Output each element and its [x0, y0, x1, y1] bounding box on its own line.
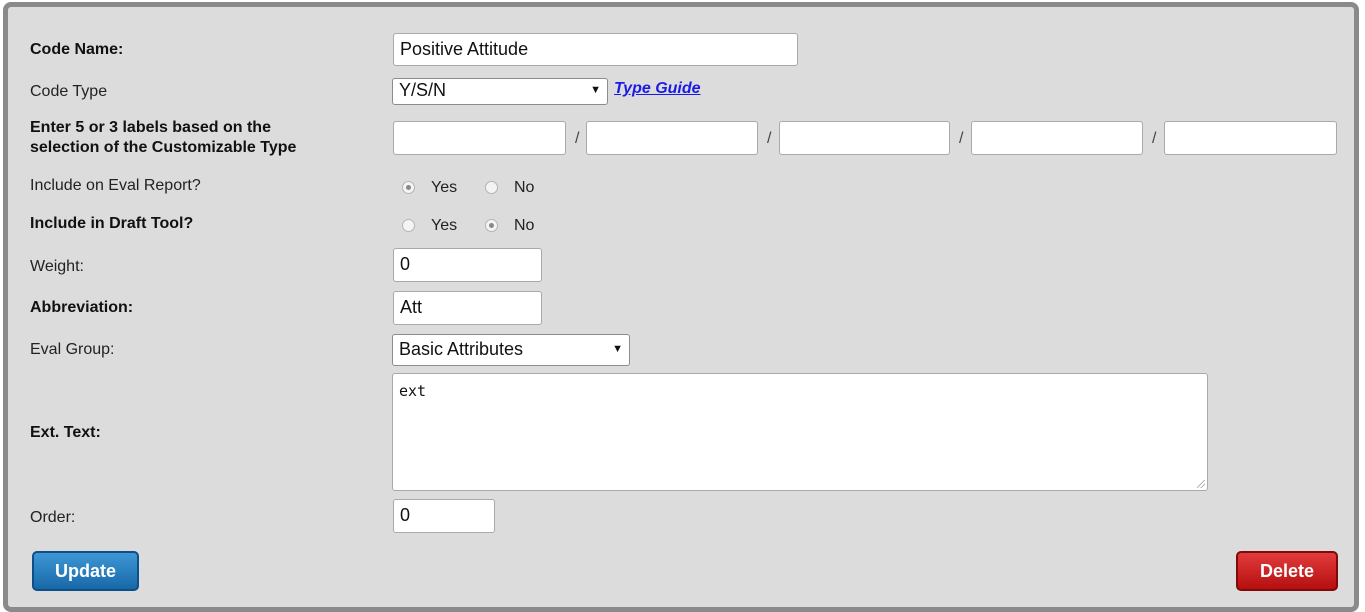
eval-report-yes-label: Yes [431, 179, 458, 196]
custom-label-input-2[interactable] [586, 121, 758, 155]
code-type-value: Y/S/N [399, 80, 447, 100]
custom-labels-label: Enter 5 or 3 labels based on the selecti… [30, 118, 296, 158]
code-type-select[interactable]: Y/S/N ▼ [392, 78, 608, 105]
eval-group-label: Eval Group: [30, 341, 115, 358]
eval-group-select[interactable]: Basic Attributes ▼ [392, 334, 630, 366]
weight-label: Weight: [30, 258, 84, 275]
abbreviation-input[interactable]: Att [393, 291, 542, 325]
custom-labels-label-line2: selection of the Customizable Type [30, 139, 297, 156]
resize-grip-icon[interactable] [1197, 480, 1205, 488]
custom-label-input-5[interactable] [1164, 121, 1337, 155]
order-input[interactable]: 0 [393, 499, 495, 533]
order-label: Order: [30, 509, 76, 526]
draft-tool-label: Include in Draft Tool? [30, 215, 194, 232]
ext-text-label: Ext. Text: [30, 424, 101, 441]
code-name-label: Code Name: [30, 41, 124, 58]
draft-tool-yes-radio[interactable] [402, 219, 415, 232]
ext-text-value: ext [399, 382, 427, 400]
label-separator: / [767, 130, 772, 147]
chevron-down-icon: ▼ [612, 343, 623, 355]
eval-report-label: Include on Eval Report? [30, 177, 201, 194]
code-type-label: Code Type [30, 83, 108, 100]
delete-button[interactable]: Delete [1236, 551, 1338, 591]
eval-report-no-radio[interactable] [485, 181, 498, 194]
eval-report-yes-radio[interactable] [402, 181, 415, 194]
custom-label-input-1[interactable] [393, 121, 566, 155]
weight-input[interactable]: 0 [393, 248, 542, 282]
draft-tool-yes-label: Yes [431, 217, 458, 234]
custom-labels-label-line1: Enter 5 or 3 labels based on the [30, 119, 271, 136]
chevron-down-icon: ▼ [590, 84, 601, 96]
custom-label-input-4[interactable] [971, 121, 1143, 155]
update-button[interactable]: Update [32, 551, 139, 591]
draft-tool-no-radio[interactable] [485, 219, 498, 232]
draft-tool-no-label: No [514, 217, 535, 234]
label-separator: / [959, 130, 964, 147]
code-name-input[interactable]: Positive Attitude [393, 33, 798, 66]
abbreviation-label: Abbreviation: [30, 299, 134, 316]
label-separator: / [1152, 130, 1157, 147]
type-guide-link[interactable]: Type Guide [614, 80, 701, 98]
ext-text-textarea[interactable]: ext [392, 373, 1208, 491]
eval-report-no-label: No [514, 179, 535, 196]
custom-label-input-3[interactable] [779, 121, 950, 155]
label-separator: / [575, 130, 580, 147]
eval-group-value: Basic Attributes [399, 339, 524, 359]
